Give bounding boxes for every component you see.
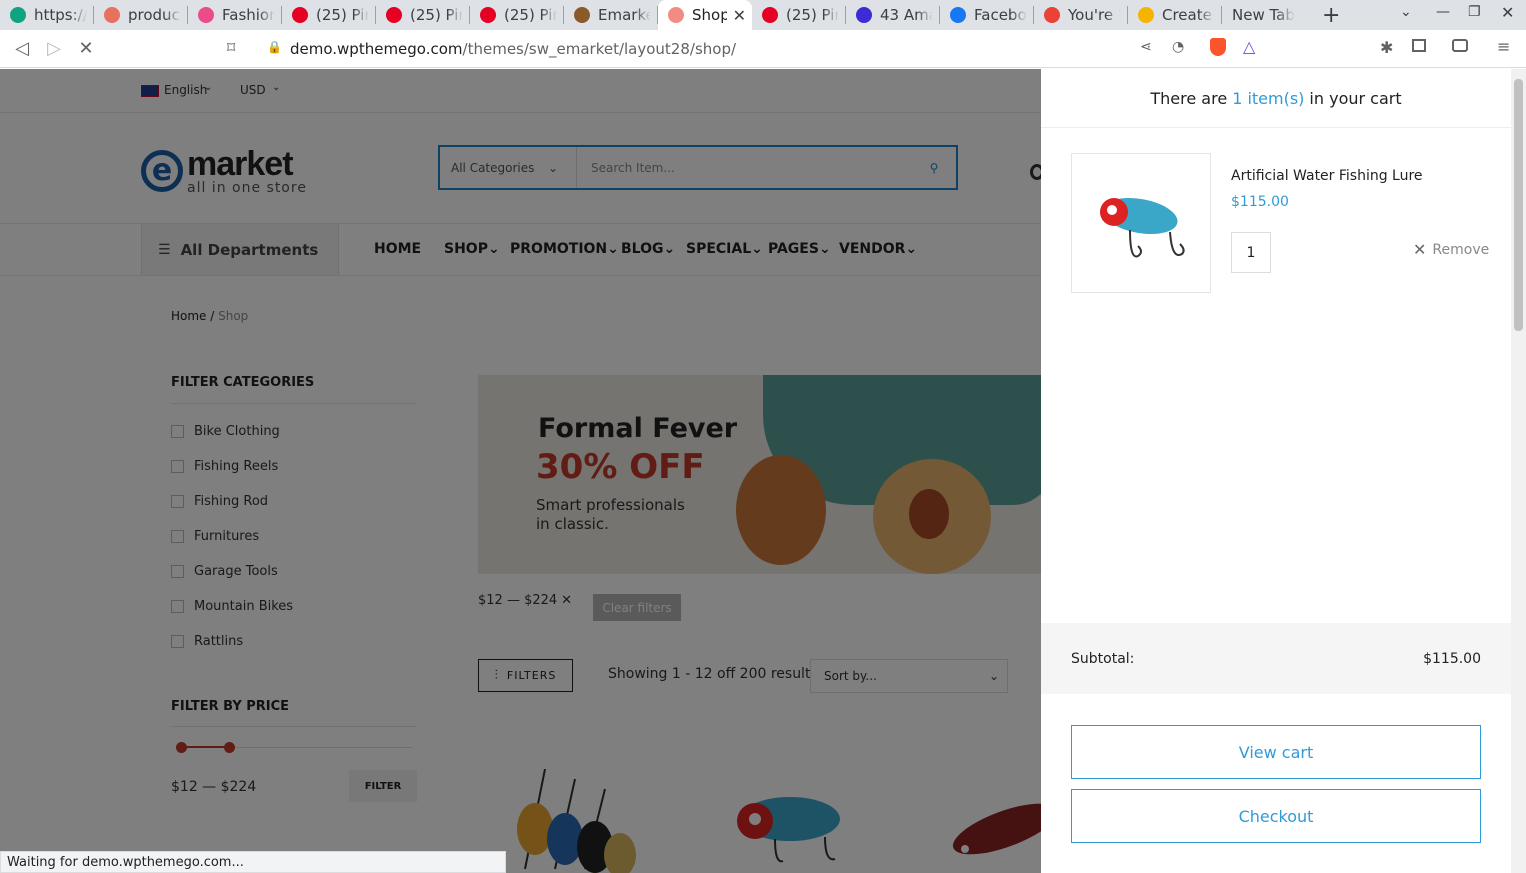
brave-shield-icon[interactable] xyxy=(1210,38,1226,56)
cart-count-link[interactable]: 1 item(s) xyxy=(1232,89,1304,108)
page-scrollbar[interactable] xyxy=(1511,69,1526,873)
url-field[interactable]: demo.wpthemego.com/themes/sw_emarket/lay… xyxy=(290,40,736,58)
tab-title: (25) Pint xyxy=(504,6,557,24)
cart-header: There are 1 item(s) in your cart xyxy=(1041,69,1511,128)
tab-title: Create P xyxy=(1162,6,1215,24)
tab-favicon-icon xyxy=(104,7,120,23)
cart-item-name[interactable]: Artificial Water Fishing Lure xyxy=(1231,168,1423,184)
browser-tab[interactable]: (25) Pint xyxy=(470,0,563,30)
browser-tab[interactable]: https://c xyxy=(0,0,93,30)
tab-favicon-icon xyxy=(386,7,402,23)
tab-favicon-icon xyxy=(668,7,684,23)
back-icon[interactable]: ◁ xyxy=(6,38,38,59)
tab-title: 43 Amaz xyxy=(880,6,933,24)
scrollbar-thumb[interactable] xyxy=(1514,79,1523,331)
lock-icon: 🔒 xyxy=(267,40,282,54)
cart-item-remove[interactable]: ✕ Remove xyxy=(1413,240,1489,259)
tab-favicon-icon xyxy=(1138,7,1154,23)
brave-rewards-icon[interactable]: △ xyxy=(1243,37,1255,56)
browser-tab[interactable]: New Tab xyxy=(1222,0,1315,30)
browser-tab[interactable]: Fashion xyxy=(188,0,281,30)
share-icon[interactable]: ⋖ xyxy=(1140,39,1152,55)
browser-tab[interactable]: 43 Amaz xyxy=(846,0,939,30)
tab-favicon-icon xyxy=(762,7,778,23)
tab-favicon-icon xyxy=(574,7,590,23)
tab-title: (25) Pint xyxy=(316,6,369,24)
tab-title: (25) Pint xyxy=(786,6,839,24)
cart-item-quantity[interactable]: 1 xyxy=(1231,232,1271,273)
sidebar-icon[interactable] xyxy=(1412,39,1426,52)
tab-title: You're 1 xyxy=(1068,6,1121,24)
tab-search-icon[interactable]: ⌄ xyxy=(1400,4,1412,20)
close-window-button[interactable]: ✕ xyxy=(1501,3,1514,22)
mini-cart-drawer: There are 1 item(s) in your cart Artificia… xyxy=(1041,69,1511,873)
tab-title: product xyxy=(128,6,181,24)
tab-favicon-icon xyxy=(950,7,966,23)
tab-title: (25) Pint xyxy=(410,6,463,24)
browser-tab[interactable]: Shop ✕ xyxy=(658,0,752,30)
browser-tab[interactable]: Faceboo xyxy=(940,0,1033,30)
browser-tab-strip: https://c product Fashion (25) Pint (25) Pin… xyxy=(0,0,1526,30)
tab-favicon-icon xyxy=(1044,7,1060,23)
tab-title: Shop xyxy=(692,6,727,24)
bookmark-icon[interactable]: ⌑ xyxy=(227,38,235,57)
browser-tab[interactable]: You're 1 xyxy=(1034,0,1127,30)
view-cart-button[interactable]: View cart xyxy=(1071,725,1481,779)
tab-favicon-icon xyxy=(292,7,308,23)
cart-item-image[interactable] xyxy=(1071,153,1211,293)
tab-title: New Tab xyxy=(1232,6,1295,24)
new-tab-button[interactable]: + xyxy=(1322,3,1340,28)
browser-tab[interactable]: (25) Pint xyxy=(752,0,845,30)
checkout-button[interactable]: Checkout xyxy=(1071,789,1481,843)
browser-tab[interactable]: (25) Pint xyxy=(376,0,469,30)
browser-tab[interactable]: product xyxy=(94,0,187,30)
forward-icon[interactable]: ▷ xyxy=(38,38,70,59)
close-icon: ✕ xyxy=(1413,240,1427,259)
browser-tab[interactable]: Emarket xyxy=(564,0,657,30)
restore-button[interactable]: ❐ xyxy=(1468,4,1481,20)
address-bar: ◁ ▷ ✕ ⌑ 🔒 ⋖ ◔ △ ✱ ≡ xyxy=(0,30,1526,68)
tab-favicon-icon xyxy=(856,7,872,23)
cart-item-price: $115.00 xyxy=(1231,194,1289,210)
modal-overlay[interactable] xyxy=(0,69,1041,873)
close-tab-icon[interactable]: ✕ xyxy=(733,6,746,25)
status-bar: Waiting for demo.wpthemego.com... xyxy=(0,851,506,873)
tab-title: Faceboo xyxy=(974,6,1027,24)
minimize-button[interactable]: — xyxy=(1436,4,1450,20)
browser-tab[interactable]: Create P xyxy=(1128,0,1221,30)
extensions-icon[interactable]: ✱ xyxy=(1380,38,1393,57)
tab-favicon-icon xyxy=(198,7,214,23)
tab-favicon-icon xyxy=(480,7,496,23)
browser-tab[interactable]: (25) Pint xyxy=(282,0,375,30)
tab-title: Fashion xyxy=(222,6,275,24)
stop-icon[interactable]: ✕ xyxy=(70,38,102,59)
subtotal-value: $115.00 xyxy=(1423,650,1481,667)
tab-title: https://c xyxy=(34,6,87,24)
wallet-icon[interactable] xyxy=(1452,39,1468,52)
tab-title: Emarket xyxy=(598,6,651,24)
tab-favicon-icon xyxy=(10,7,26,23)
cart-subtotal: Subtotal: $115.00 xyxy=(1041,623,1511,694)
rss-icon[interactable]: ◔ xyxy=(1172,39,1184,55)
menu-icon[interactable]: ≡ xyxy=(1497,37,1510,56)
